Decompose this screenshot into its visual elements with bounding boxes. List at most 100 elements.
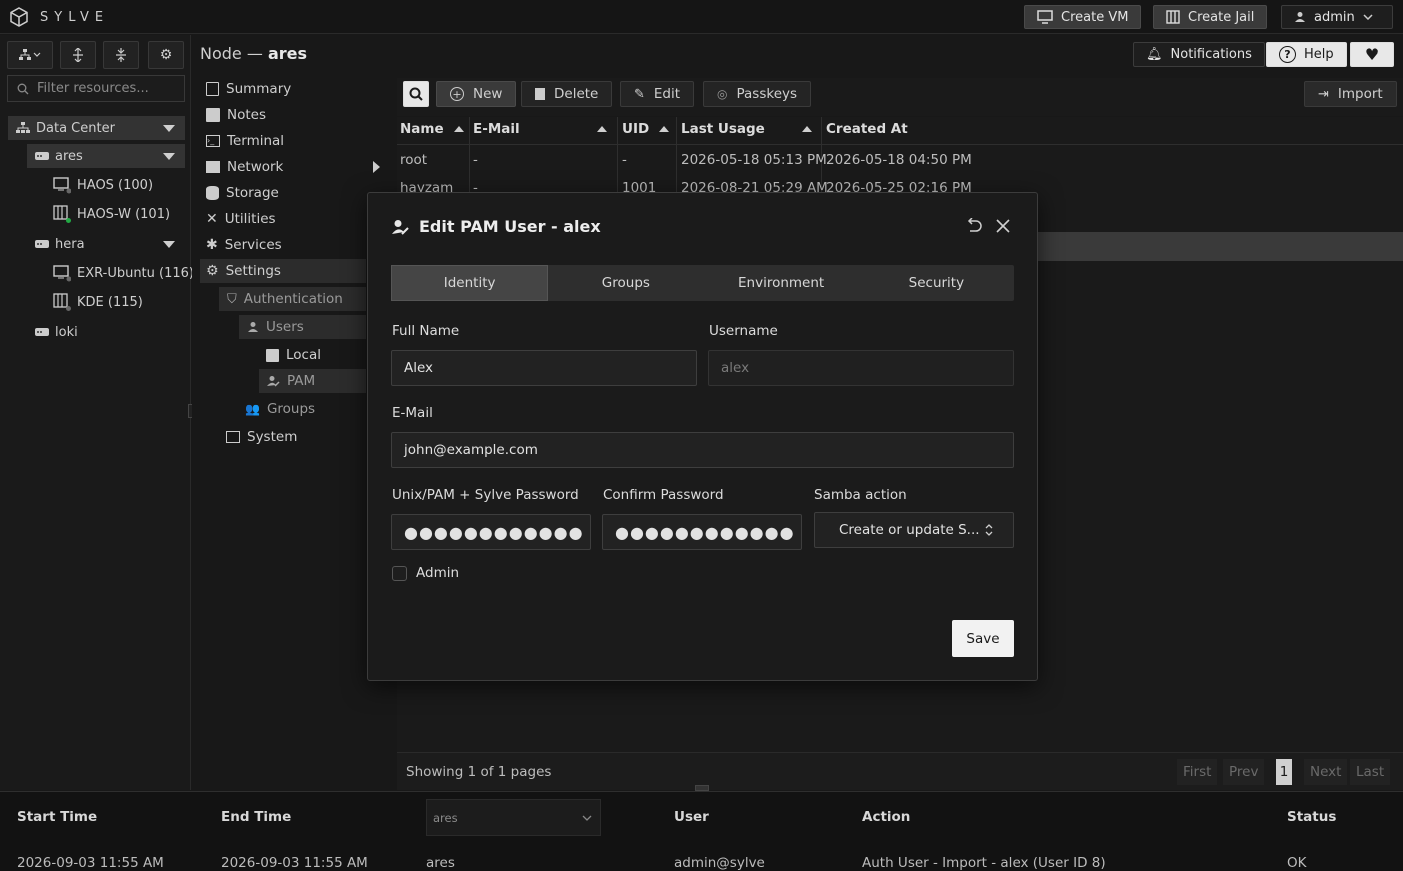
- database-icon: [206, 186, 219, 200]
- import-icon: ⇥: [1318, 86, 1329, 102]
- tab-security[interactable]: Security: [859, 265, 1014, 301]
- expand-all-button[interactable]: [60, 41, 96, 69]
- filter-resources-input[interactable]: Filter resources...: [7, 75, 185, 102]
- cell-created-at: 2026-05-18 04:50 PM: [826, 152, 972, 168]
- import-button[interactable]: ⇥ Import: [1304, 81, 1397, 107]
- reset-form-button[interactable]: [965, 217, 983, 238]
- log-header-action[interactable]: Action: [862, 809, 910, 825]
- pagination-current-page[interactable]: 1: [1276, 759, 1292, 785]
- pagination-prev[interactable]: Prev: [1223, 759, 1265, 785]
- tree-guest-label: HAOS (100): [77, 177, 154, 193]
- column-header-email[interactable]: E-Mail: [473, 121, 607, 137]
- pencil-icon: ✎: [634, 86, 645, 102]
- passkeys-button[interactable]: ◎ Passkeys: [703, 81, 812, 107]
- tree-node-loki[interactable]: loki: [35, 320, 78, 344]
- dialog-tabs: Identity Groups Environment Security: [391, 265, 1014, 301]
- nav-network[interactable]: Network: [206, 155, 380, 179]
- tree-settings-button[interactable]: ⚙: [148, 41, 184, 69]
- donate-button[interactable]: ♥: [1350, 42, 1394, 67]
- collapse-icon: [116, 48, 126, 62]
- collapse-all-button[interactable]: [103, 41, 139, 69]
- email-input[interactable]: john@example.com: [391, 432, 1014, 468]
- log-header-status[interactable]: Status: [1287, 809, 1336, 825]
- edit-button[interactable]: ✎ Edit: [620, 81, 695, 107]
- fingerprint-icon: ◎: [717, 87, 728, 101]
- samba-action-select[interactable]: Create or update S...: [814, 512, 1014, 548]
- password-input[interactable]: ●●●●●●●●●●●●: [391, 514, 591, 550]
- nav-groups[interactable]: 👥 Groups: [245, 397, 315, 421]
- nav-local-label: Local: [286, 347, 321, 363]
- terminal-icon: ›_: [206, 135, 220, 147]
- search-toggle-button[interactable]: [403, 81, 429, 107]
- delete-label: Delete: [554, 86, 599, 102]
- pagination-next[interactable]: Next: [1304, 759, 1348, 785]
- create-vm-button[interactable]: Create VM: [1024, 5, 1142, 29]
- nav-terminal[interactable]: ›_ Terminal: [206, 129, 284, 153]
- node-title-prefix: Node —: [200, 44, 268, 63]
- tree-guest-haos[interactable]: HAOS (100): [53, 173, 153, 197]
- nav-system[interactable]: System: [226, 425, 297, 449]
- caret-down-icon: [163, 153, 175, 160]
- sort-asc-icon: [597, 126, 607, 132]
- log-cell-status: OK: [1287, 855, 1307, 871]
- tab-groups[interactable]: Groups: [548, 265, 703, 301]
- create-jail-button[interactable]: Create Jail: [1153, 5, 1268, 29]
- tree-node-ares-label: ares: [55, 148, 83, 164]
- column-label: Created At: [826, 121, 908, 137]
- nav-users[interactable]: Users: [239, 315, 366, 339]
- cell-uid: -: [622, 152, 627, 168]
- nav-local[interactable]: Local: [266, 343, 321, 367]
- nav-notes[interactable]: Notes: [206, 103, 266, 127]
- confirm-password-input[interactable]: ●●●●●●●●●●●●: [602, 514, 802, 550]
- save-button[interactable]: Save: [952, 620, 1014, 657]
- jail-icon: [1166, 10, 1180, 24]
- tree-guest-kde[interactable]: KDE (115): [53, 290, 143, 314]
- nav-authentication[interactable]: ⛉ Authentication: [219, 287, 366, 311]
- notifications-button[interactable]: 🔔︎ Notifications: [1133, 42, 1265, 67]
- tab-identity[interactable]: Identity: [391, 265, 549, 301]
- table-row[interactable]: root - - 2026-05-18 05:13 PM 2026-05-18 …: [397, 146, 1403, 174]
- log-header-start-time[interactable]: Start Time: [17, 809, 97, 825]
- nav-settings[interactable]: ⚙ Settings: [200, 259, 366, 283]
- nav-pam[interactable]: PAM: [259, 369, 366, 393]
- column-header-uid[interactable]: UID: [622, 121, 670, 137]
- network-icon: [206, 161, 220, 173]
- tree-node-ares[interactable]: ares: [27, 144, 185, 168]
- nav-summary[interactable]: Summary: [206, 77, 291, 101]
- tab-environment[interactable]: Environment: [704, 265, 859, 301]
- caret-down-icon: [163, 241, 175, 248]
- delete-button[interactable]: Delete: [521, 81, 613, 107]
- close-dialog-button[interactable]: [996, 219, 1010, 237]
- id-badge-icon: [266, 348, 279, 362]
- nav-storage-label: Storage: [226, 185, 279, 201]
- nav-groups-label: Groups: [266, 401, 316, 417]
- log-node-filter-select[interactable]: ares: [426, 799, 601, 836]
- tree-guest-haos-w[interactable]: HAOS-W (101): [53, 202, 170, 226]
- column-label: Last Usage: [681, 121, 765, 137]
- nav-services[interactable]: ✱ Services: [206, 233, 282, 257]
- sort-asc-icon: [453, 126, 464, 132]
- column-header-name[interactable]: Name: [400, 121, 464, 137]
- new-button[interactable]: + New: [436, 81, 517, 107]
- samba-action-value: Create or update S...: [839, 522, 980, 538]
- user-menu-button[interactable]: admin: [1281, 5, 1393, 29]
- username-input[interactable]: alex: [708, 350, 1014, 386]
- full-name-input[interactable]: Alex: [391, 350, 697, 386]
- tree-view-toggle[interactable]: [7, 41, 53, 69]
- pagination-last[interactable]: Last: [1350, 759, 1391, 785]
- nav-storage[interactable]: Storage: [206, 181, 279, 205]
- help-button[interactable]: ? Help: [1266, 42, 1347, 67]
- passkeys-label: Passkeys: [736, 86, 798, 102]
- nav-utilities[interactable]: ✕ Utilities: [206, 207, 276, 231]
- column-header-created-at[interactable]: Created At: [826, 121, 908, 137]
- edit-label: Edit: [653, 86, 681, 102]
- log-header-user[interactable]: User: [674, 809, 709, 825]
- log-header-end-time[interactable]: End Time: [221, 809, 291, 825]
- tree-guest-exr-ubuntu[interactable]: EXR-Ubuntu (116): [53, 261, 194, 285]
- tree-node-hera[interactable]: hera: [35, 232, 185, 256]
- admin-checkbox[interactable]: [392, 566, 407, 581]
- user-edit-icon: [267, 376, 280, 387]
- tree-datacenter[interactable]: Data Center: [8, 116, 185, 140]
- column-header-last-usage[interactable]: Last Usage: [681, 121, 812, 137]
- pagination-first[interactable]: First: [1177, 759, 1218, 785]
